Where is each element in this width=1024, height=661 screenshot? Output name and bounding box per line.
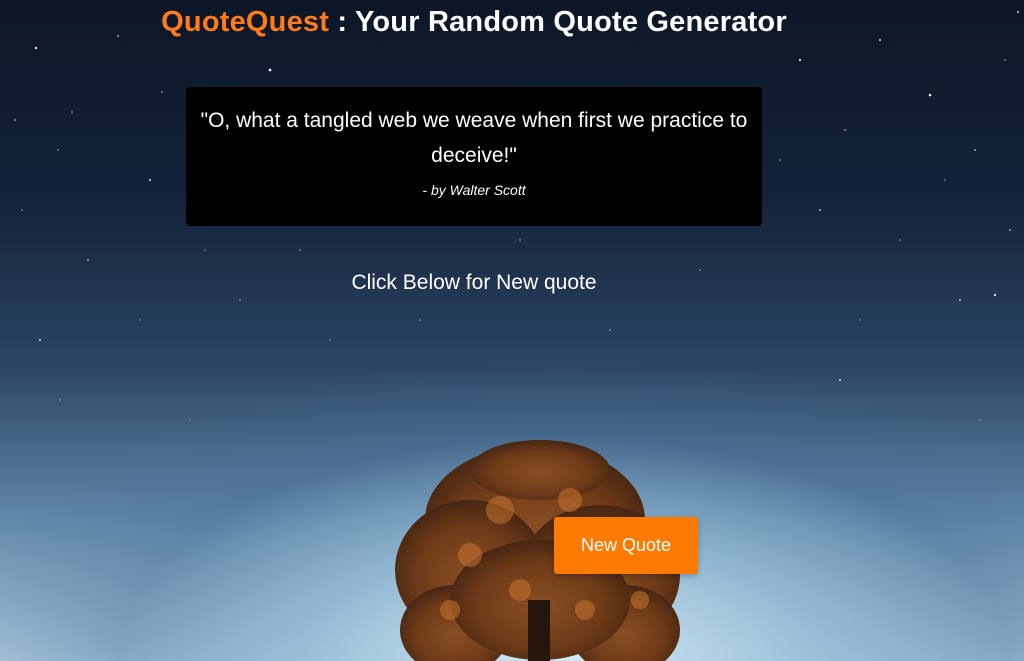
title-subtitle: : Your Random Quote Generator bbox=[337, 6, 787, 38]
brand-name: QuoteQuest bbox=[161, 6, 330, 38]
quote-card: "O, what a tangled web we weave when fir… bbox=[186, 87, 762, 226]
quote-author: - by Walter Scott bbox=[422, 182, 526, 198]
page-title: QuoteQuest : Your Random Quote Generator bbox=[0, 6, 948, 39]
new-quote-button[interactable]: New Quote bbox=[554, 517, 698, 574]
new-quote-prompt: Click Below for New quote bbox=[351, 271, 597, 294]
quote-text: "O, what a tangled web we weave when fir… bbox=[200, 109, 748, 167]
